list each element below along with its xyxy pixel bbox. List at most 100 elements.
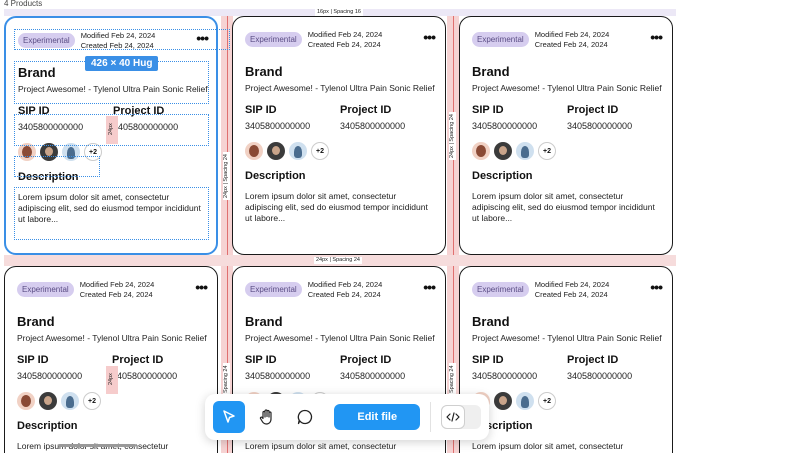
sip-id-block: SIP ID 3405800000000 xyxy=(17,354,112,382)
card-content: Experimental Modified Feb 24, 2024 Creat… xyxy=(472,30,663,224)
avatar-group[interactable]: +2 xyxy=(245,142,435,160)
avatar[interactable] xyxy=(516,392,534,410)
description-title: Description xyxy=(17,420,78,432)
avatar[interactable] xyxy=(516,142,534,160)
modified-date: Modified Feb 24, 2024 xyxy=(534,30,610,39)
cursor-tool-button[interactable] xyxy=(213,401,245,433)
cursor-icon xyxy=(223,410,235,423)
modified-date: Modified Feb 24, 2024 xyxy=(307,280,383,289)
avatar[interactable] xyxy=(17,392,35,410)
status-badge: Experimental xyxy=(245,282,302,297)
project-id-value: 3405800000000 xyxy=(112,371,178,381)
toolbar-divider xyxy=(430,402,432,432)
comment-tool-button[interactable] xyxy=(289,401,321,433)
project-id-block: Project ID 3405800000000 xyxy=(340,104,435,132)
sip-id-value: 3405800000000 xyxy=(472,121,538,131)
code-icon xyxy=(446,412,460,422)
card-header: Experimental Modified Feb 24, 2024 Creat… xyxy=(472,30,663,52)
description-text: Lorem ipsum dolor sit amet, consectetur … xyxy=(245,441,428,453)
edit-file-button[interactable]: Edit file xyxy=(334,404,421,430)
bottom-toolbar: Edit file xyxy=(205,394,489,440)
status-badge: Experimental xyxy=(17,282,74,297)
description-text: Lorem ipsum dolor sit amet, consectetur … xyxy=(472,441,655,453)
comment-icon xyxy=(297,409,312,425)
sip-id-value: 3405800000000 xyxy=(245,121,311,131)
more-avatars-badge[interactable]: +2 xyxy=(538,142,556,160)
avatar[interactable] xyxy=(494,392,512,410)
description-title: Description xyxy=(472,420,533,432)
project-id-label: Project ID xyxy=(340,104,392,116)
status-badge: Experimental xyxy=(472,282,529,297)
avatar[interactable] xyxy=(39,392,57,410)
project-id-block: Project ID 3405800000000 xyxy=(112,354,207,382)
more-options-icon[interactable]: ••• xyxy=(195,280,208,294)
created-date: Created Feb 24, 2024 xyxy=(79,290,153,299)
sip-id-block: SIP ID 3405800000000 xyxy=(472,354,567,382)
sip-id-block: SIP ID 3405800000000 xyxy=(245,354,340,382)
product-name: Project Awesome! - Tylenol Ultra Pain So… xyxy=(245,83,435,93)
more-options-icon[interactable]: ••• xyxy=(423,30,436,44)
avatar-group[interactable]: +2 xyxy=(17,392,207,410)
brand-title: Brand xyxy=(245,64,283,79)
spacing-label-row: 24px | Spacing 24 xyxy=(314,257,362,264)
horizontal-scrollbar[interactable] xyxy=(58,444,136,447)
spacing-label-column-2: 24px | Spacing 24 xyxy=(449,112,456,160)
avatar-group[interactable]: +2 xyxy=(472,142,662,160)
frame-title[interactable]: 4 Products xyxy=(4,0,42,8)
card-dates: Modified Feb 24, 2024 Created Feb 24, 20… xyxy=(80,280,155,300)
card-header: Experimental Modified Feb 24, 2024 Creat… xyxy=(245,30,436,52)
avatar[interactable] xyxy=(494,142,512,160)
product-card[interactable]: Experimental Modified Feb 24, 2024 Creat… xyxy=(232,16,446,255)
product-card[interactable]: Experimental Modified Feb 24, 2024 Creat… xyxy=(459,16,673,255)
description-title: Description xyxy=(245,170,306,182)
sip-id-value: 3405800000000 xyxy=(472,371,538,381)
code-toggle[interactable] xyxy=(441,405,482,429)
hand-icon xyxy=(259,409,272,425)
selection-description-outline xyxy=(14,187,209,240)
avatar[interactable] xyxy=(245,142,263,160)
card-dates: Modified Feb 24, 2024 Created Feb 24, 20… xyxy=(308,30,383,50)
modified-date: Modified Feb 24, 2024 xyxy=(307,30,383,39)
status-badge: Experimental xyxy=(245,32,302,47)
modified-date: Modified Feb 24, 2024 xyxy=(79,280,155,289)
brand-title: Brand xyxy=(472,64,510,79)
created-date: Created Feb 24, 2024 xyxy=(534,40,608,49)
spacing-label-column-2-lower: Spacing 24 xyxy=(449,363,456,395)
product-name: Project Awesome! - Tylenol Ultra Pain So… xyxy=(245,333,435,343)
avatar[interactable] xyxy=(61,392,79,410)
spacing-label-column-1: 24px | Spacing 24 xyxy=(223,152,230,200)
avatar-group[interactable]: +2 xyxy=(472,392,662,410)
card-dates: Modified Feb 24, 2024 Created Feb 24, 20… xyxy=(535,30,610,50)
more-avatars-badge[interactable]: +2 xyxy=(538,392,556,410)
project-id-value: 3405800000000 xyxy=(567,121,633,131)
project-id-value: 3405800000000 xyxy=(340,121,406,131)
more-options-icon[interactable]: ••• xyxy=(423,280,436,294)
id-gap-label: 24px xyxy=(108,373,114,385)
product-card[interactable]: Experimental Modified Feb 24, 2024 Creat… xyxy=(459,266,673,453)
project-id-value: 3405800000000 xyxy=(340,371,406,381)
more-avatars-badge[interactable]: +2 xyxy=(311,142,329,160)
project-id-block: Project ID 3405800000000 xyxy=(567,354,662,382)
avatar[interactable] xyxy=(267,142,285,160)
more-options-icon[interactable]: ••• xyxy=(650,30,663,44)
sip-id-label: SIP ID xyxy=(472,354,504,366)
sip-id-label: SIP ID xyxy=(17,354,49,366)
card-dates: Modified Feb 24, 2024 Created Feb 24, 20… xyxy=(308,280,383,300)
more-avatars-badge[interactable]: +2 xyxy=(83,392,101,410)
product-card[interactable]: Experimental Modified Feb 24, 2024 Creat… xyxy=(4,266,218,453)
created-date: Created Feb 24, 2024 xyxy=(534,290,608,299)
design-view-slot[interactable] xyxy=(465,405,481,429)
description-text: Lorem ipsum dolor sit amet, consectetur … xyxy=(17,441,200,453)
more-options-icon[interactable]: ••• xyxy=(650,280,663,294)
id-row: SIP ID 3405800000000 Project ID 34058000… xyxy=(472,104,662,132)
sip-id-value: 3405800000000 xyxy=(17,371,83,381)
project-id-label: Project ID xyxy=(567,104,619,116)
code-view-button[interactable] xyxy=(441,405,466,429)
card-header: Experimental Modified Feb 24, 2024 Creat… xyxy=(472,280,663,302)
selection-avatars-outline xyxy=(14,156,100,177)
card-content: Experimental Modified Feb 24, 2024 Creat… xyxy=(472,280,663,453)
avatar[interactable] xyxy=(472,142,490,160)
avatar[interactable] xyxy=(289,142,307,160)
canvas[interactable]: 4 Products 16px | Spacing 16 24px | Spac… xyxy=(0,0,810,453)
hand-tool-button[interactable] xyxy=(251,401,283,433)
